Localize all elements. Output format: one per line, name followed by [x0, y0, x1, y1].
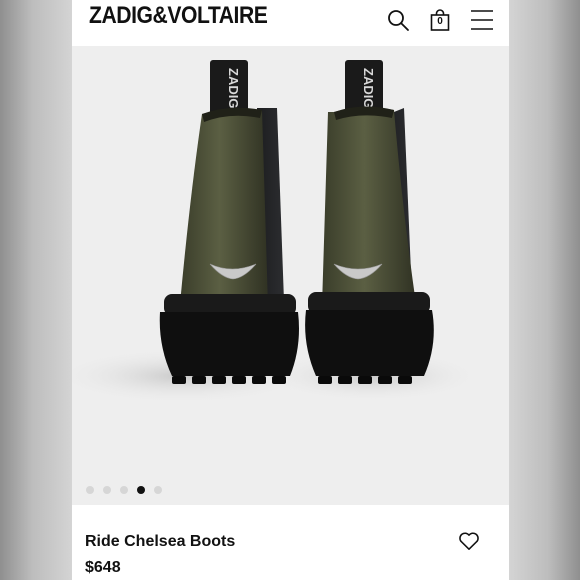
left-pull-tab-text: ZADIG	[226, 68, 241, 108]
gallery-dot-3[interactable]	[120, 486, 128, 494]
search-icon[interactable]	[386, 8, 410, 32]
gallery-pagination	[86, 486, 162, 494]
gallery-dot-5[interactable]	[154, 486, 162, 494]
shopping-bag-button[interactable]: 0	[428, 8, 452, 32]
product-info: Ride Chelsea Boots $648	[72, 505, 509, 580]
left-boot: ZADIG	[159, 60, 299, 384]
right-boot: ZADIG	[305, 60, 434, 384]
bag-count: 0	[437, 16, 443, 27]
right-pull-tab-text: ZADIG	[361, 68, 376, 108]
brand-logo[interactable]: ZADIG&VOLTAIRE	[89, 2, 268, 30]
gallery-dot-4-active[interactable]	[137, 486, 145, 494]
product-name: Ride Chelsea Boots	[85, 533, 236, 550]
product-price: $648	[85, 559, 121, 576]
gallery-dot-1[interactable]	[86, 486, 94, 494]
gallery-dot-2[interactable]	[103, 486, 111, 494]
product-image-gallery[interactable]: ZADIG ZADIG	[72, 46, 509, 505]
hamburger-menu-icon[interactable]	[470, 8, 494, 32]
boots-image: ZADIG ZADIG	[72, 60, 482, 404]
left-blurred-border	[0, 0, 72, 580]
heart-icon[interactable]	[458, 531, 480, 551]
mobile-page: ZADIG&VOLTAIRE 0 ZADIG ZADIG Ride Chelse…	[72, 0, 509, 580]
right-blurred-border	[509, 0, 580, 580]
site-header: ZADIG&VOLTAIRE 0	[72, 0, 509, 46]
